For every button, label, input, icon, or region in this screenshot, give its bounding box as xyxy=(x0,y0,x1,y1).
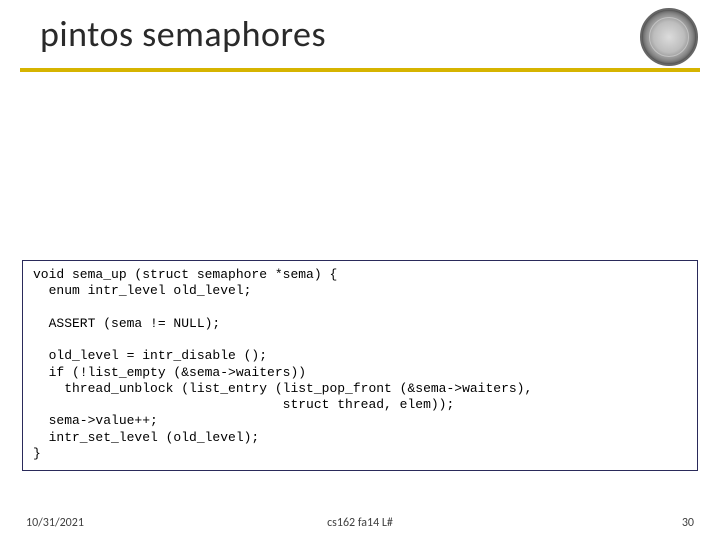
slide: pintos semaphores void sema_up (struct s… xyxy=(0,0,720,540)
seal-icon xyxy=(640,8,698,66)
title-underline xyxy=(20,68,700,72)
code-block: void sema_up (struct semaphore *sema) { … xyxy=(22,260,698,471)
slide-title: pintos semaphores xyxy=(40,12,326,56)
code-content: void sema_up (struct semaphore *sema) { … xyxy=(33,267,687,462)
footer: 10/31/2021 cs162 fa14 L# 30 xyxy=(0,512,720,530)
footer-page-number: 30 xyxy=(682,516,694,530)
footer-course: cs162 fa14 L# xyxy=(327,516,393,530)
footer-date: 10/31/2021 xyxy=(26,516,84,530)
